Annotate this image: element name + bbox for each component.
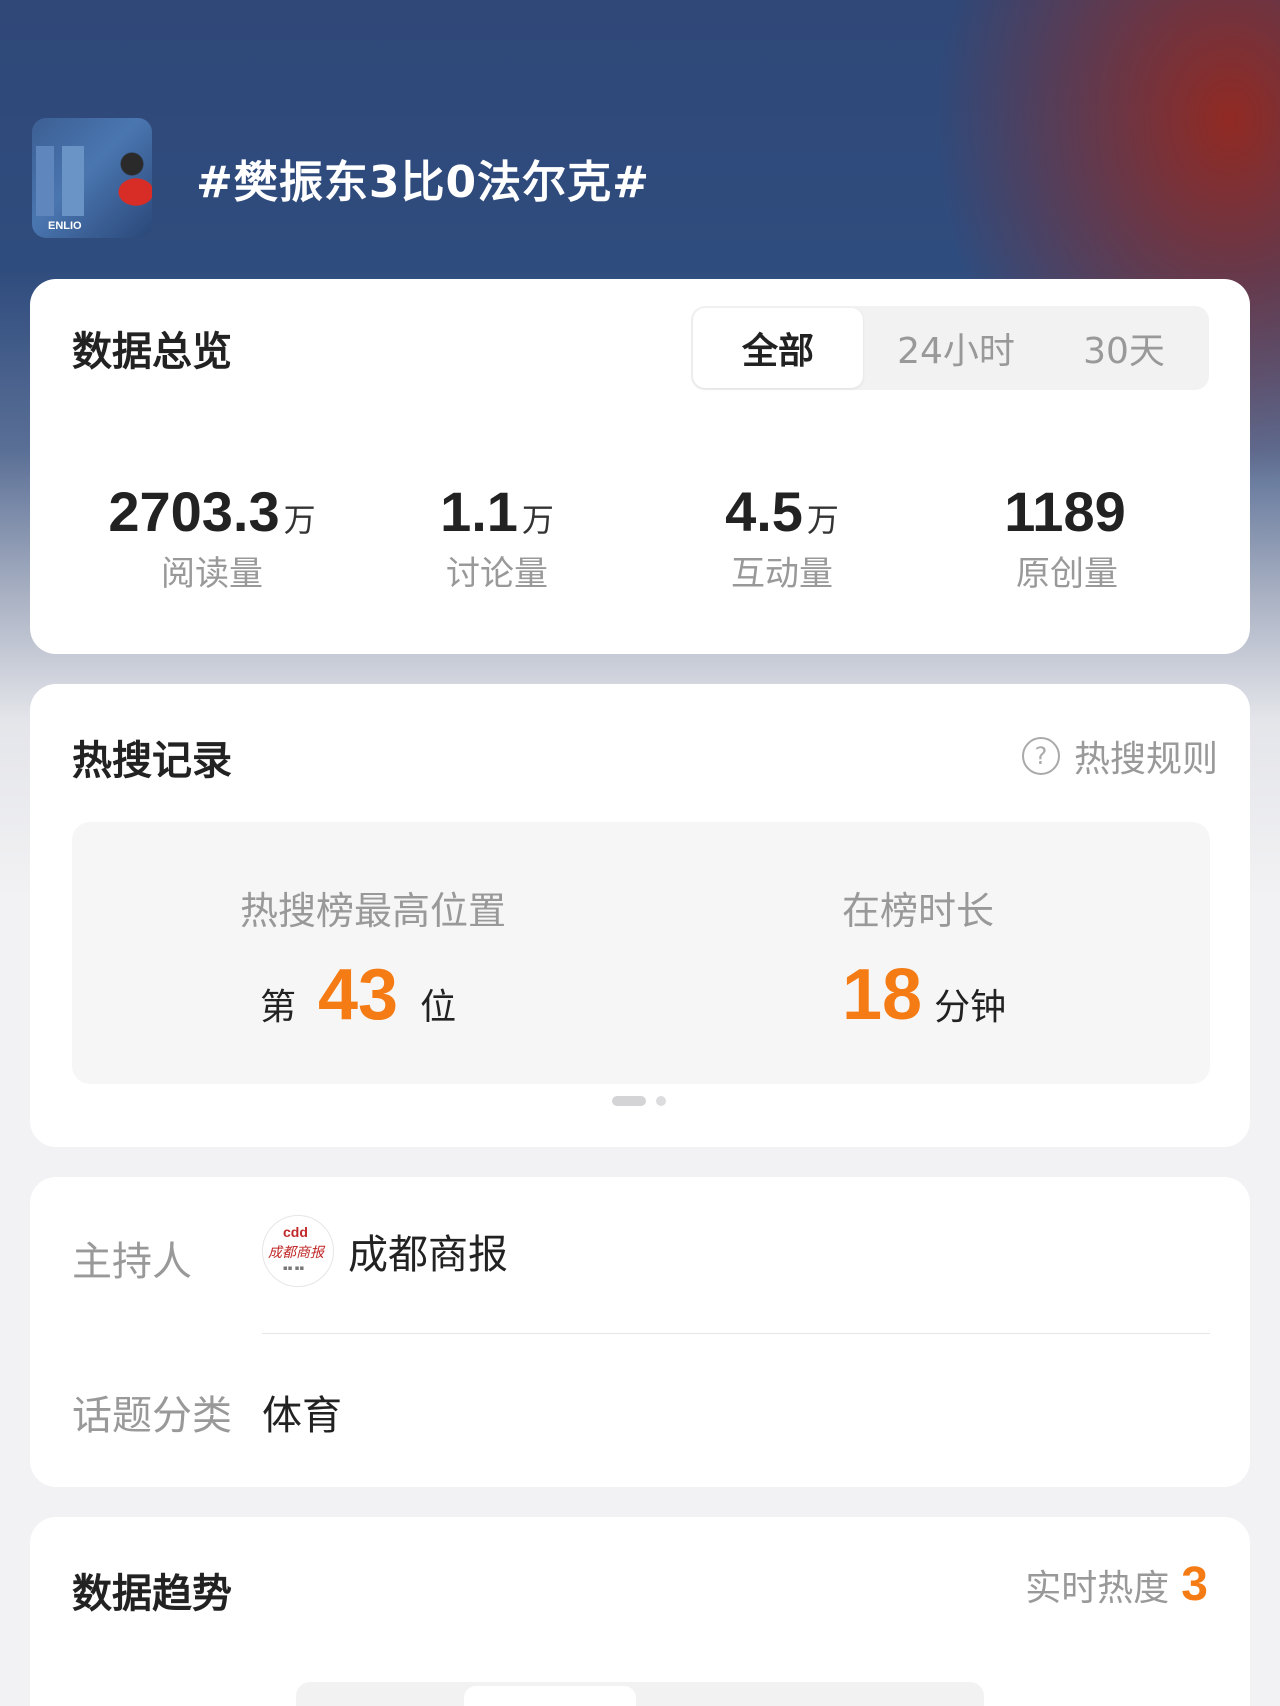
host-avatar: cdd 成都商报 ▪▪ ▪▪ <box>262 1215 334 1287</box>
overview-card: 数据总览 全部 24小时 30天 2703.3 万 阅读量 1.1 万 讨论量 4.… <box>30 279 1250 654</box>
trend-card: 数据趋势 实时热度 3 <box>30 1517 1250 1706</box>
stat-originals: 1189 原创量 <box>927 479 1207 595</box>
overview-title: 数据总览 <box>72 329 232 375</box>
duration-label: 在榜时长 <box>842 889 995 933</box>
duration: 18 分钟 <box>842 954 1006 1036</box>
thumbnail-logo: ENLIO <box>48 220 82 232</box>
stat-unit: 万 <box>283 501 316 539</box>
stat-discussions: 1.1 万 讨论量 <box>357 479 637 595</box>
time-range-tabs: 全部 24小时 30天 <box>691 306 1209 390</box>
stat-unit: 万 <box>521 501 554 539</box>
stat-reads: 2703.3 万 阅读量 <box>72 479 352 595</box>
position-suffix: 位 <box>420 987 457 1028</box>
divider <box>262 1333 1210 1334</box>
stat-value: 1189 <box>1004 480 1126 543</box>
position-prefix: 第 <box>260 987 297 1028</box>
max-position-label: 热搜榜最高位置 <box>240 889 507 933</box>
tab-24h[interactable]: 24小时 <box>871 306 1041 390</box>
max-position: 第 43 位 <box>260 954 456 1036</box>
category-label: 话题分类 <box>72 1393 232 1439</box>
stat-label: 互动量 <box>731 554 833 594</box>
realtime-label: 实时热度 <box>1025 1568 1170 1609</box>
rules-label: 热搜规则 <box>1073 739 1218 780</box>
stat-value: 1.1 <box>440 480 518 543</box>
tab-all[interactable]: 全部 <box>693 308 863 388</box>
hot-search-card: 热搜记录 ? 热搜规则 热搜榜最高位置 在榜时长 第 43 位 18 分钟 <box>30 684 1250 1147</box>
trend-tab-active[interactable] <box>464 1686 636 1706</box>
duration-value: 18 <box>842 955 923 1035</box>
host-name: 成都商报 <box>348 1232 508 1278</box>
stat-value: 2703.3 <box>108 480 280 543</box>
stat-interactions: 4.5 万 互动量 <box>642 479 922 595</box>
stat-label: 原创量 <box>1016 554 1118 594</box>
realtime-heat: 实时热度 3 <box>1025 1557 1208 1612</box>
hot-search-title: 热搜记录 <box>72 738 232 784</box>
tab-30d[interactable]: 30天 <box>1039 306 1209 390</box>
topic-header: ENLIO #樊振东3比0法尔克# <box>32 118 650 238</box>
host-label: 主持人 <box>72 1239 192 1285</box>
position-value: 43 <box>318 955 399 1035</box>
page-dot-active <box>612 1096 646 1106</box>
question-icon: ? <box>1021 737 1060 775</box>
category-value: 体育 <box>262 1393 342 1439</box>
hot-search-summary[interactable]: 热搜榜最高位置 在榜时长 第 43 位 18 分钟 <box>72 822 1210 1084</box>
realtime-value: 3 <box>1181 1558 1208 1611</box>
topic-title: #樊振东3比0法尔克# <box>196 157 650 208</box>
duration-unit: 分钟 <box>934 987 1007 1028</box>
trend-title: 数据趋势 <box>72 1571 232 1617</box>
stat-value: 4.5 <box>725 480 803 543</box>
stat-unit: 万 <box>806 501 839 539</box>
stat-label: 讨论量 <box>446 554 548 594</box>
stat-label: 阅读量 <box>161 554 263 594</box>
topic-info-card: 主持人 cdd 成都商报 ▪▪ ▪▪ 成都商报 话题分类 体育 <box>30 1177 1250 1487</box>
hot-search-rules-link[interactable]: ? 热搜规则 <box>1021 730 1218 782</box>
page-dot <box>656 1096 666 1106</box>
topic-thumbnail[interactable]: ENLIO <box>32 118 152 238</box>
host[interactable]: cdd 成都商报 ▪▪ ▪▪ 成都商报 <box>262 1215 508 1287</box>
page-indicator <box>612 1096 666 1106</box>
trend-tabs[interactable] <box>296 1682 984 1706</box>
